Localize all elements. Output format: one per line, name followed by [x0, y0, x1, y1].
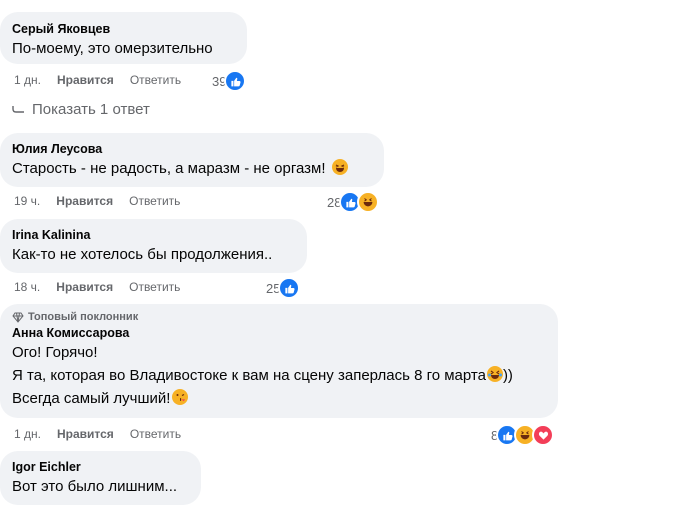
comment: Igor Eichler Вот это было лишним...: [0, 451, 201, 505]
badge-label: Топовый поклонник: [28, 311, 139, 323]
comment: Юлия Леусова Старость - не радость, а ма…: [0, 133, 384, 187]
comment-bubble: Igor Eichler Вот это было лишним...: [0, 451, 201, 505]
comment-text-line: )): [502, 367, 513, 384]
comment-text: Вот это было лишним...: [12, 478, 178, 495]
reaction-summary[interactable]: 28: [327, 191, 380, 213]
comment-bubble: Серый Яковцев По-моему, это омерзительно: [0, 12, 247, 64]
reply-button[interactable]: Ответить: [129, 194, 180, 208]
comment-time[interactable]: 19 ч.: [14, 194, 40, 208]
thumbs-up-icon: [278, 277, 301, 299]
laughing-emoji-icon: [331, 159, 348, 175]
comment-time[interactable]: 1 дн.: [14, 73, 41, 87]
comment-text: Старость - не радость, а маразм - не орг…: [12, 159, 372, 179]
heart-icon: [532, 424, 555, 446]
comment-author[interactable]: Юлия Леусова: [12, 141, 372, 157]
comment-author[interactable]: Анна Комиссарова: [12, 325, 546, 341]
reply-button[interactable]: Ответить: [129, 280, 180, 294]
comment-author[interactable]: Серый Яковцев: [12, 21, 235, 37]
comment-actions: 1 дн. Нравится Ответить: [14, 427, 197, 441]
comment-author[interactable]: Igor Eichler: [12, 459, 189, 475]
reply-button[interactable]: Ответить: [130, 427, 181, 441]
comment-bubble: Топовый поклонник Анна Комиссарова Ого! …: [0, 304, 558, 418]
comment: Irina Kalinina Как-то не хотелось бы про…: [0, 219, 307, 273]
comment-time[interactable]: 1 дн.: [14, 427, 41, 441]
like-button[interactable]: Нравится: [57, 73, 114, 87]
comment-text-line: Всегда самый лучший!: [12, 390, 171, 407]
comment-bubble: Irina Kalinina Как-то не хотелось бы про…: [0, 219, 307, 273]
laughing-emoji-icon: [357, 191, 380, 213]
comment-bubble: Юлия Леусова Старость - не радость, а ма…: [0, 133, 384, 187]
comment-actions: 19 ч. Нравится Ответить: [14, 194, 196, 208]
show-replies-link[interactable]: Показать 1 ответ: [12, 101, 150, 118]
comment-text: Я та, которая во Владивостоке к вам на с…: [12, 366, 546, 386]
like-button[interactable]: Нравится: [57, 427, 114, 441]
reaction-summary[interactable]: 39: [212, 70, 247, 92]
kissing-emoji-icon: [172, 389, 189, 405]
comment-text: Как-то не хотелось бы продолжения..: [12, 246, 273, 263]
comment-text-line: Ого! Горячо!: [12, 344, 98, 361]
reaction-summary[interactable]: 25: [266, 277, 301, 299]
comment-author[interactable]: Irina Kalinina: [12, 227, 295, 243]
like-button[interactable]: Нравится: [56, 280, 113, 294]
reaction-summary[interactable]: 8: [491, 424, 555, 446]
comment-actions: 1 дн. Нравится Ответить: [14, 73, 197, 87]
show-replies-label: Показать 1 ответ: [32, 101, 150, 118]
thumbs-up-icon: [224, 70, 247, 92]
reply-arrow-icon: [12, 105, 24, 113]
comment-text-line: Я та, которая во Владивостоке к вам на с…: [12, 367, 486, 384]
like-button[interactable]: Нравится: [56, 194, 113, 208]
comment: Серый Яковцев По-моему, это омерзительно: [0, 12, 247, 64]
diamond-icon: [12, 312, 24, 323]
comment: Топовый поклонник Анна Комиссарова Ого! …: [0, 304, 558, 418]
comment-text: Всегда самый лучший!: [12, 389, 546, 409]
reply-button[interactable]: Ответить: [130, 73, 181, 87]
comment-time[interactable]: 18 ч.: [14, 280, 40, 294]
crying-laughing-emoji-icon: [486, 366, 503, 382]
comment-actions: 18 ч. Нравится Ответить: [14, 280, 196, 294]
comment-text: По-моему, это омерзительно: [12, 40, 213, 57]
top-fan-badge[interactable]: Топовый поклонник: [12, 311, 546, 323]
comment-text-line: Старость - не радость, а маразм - не орг…: [12, 160, 326, 177]
